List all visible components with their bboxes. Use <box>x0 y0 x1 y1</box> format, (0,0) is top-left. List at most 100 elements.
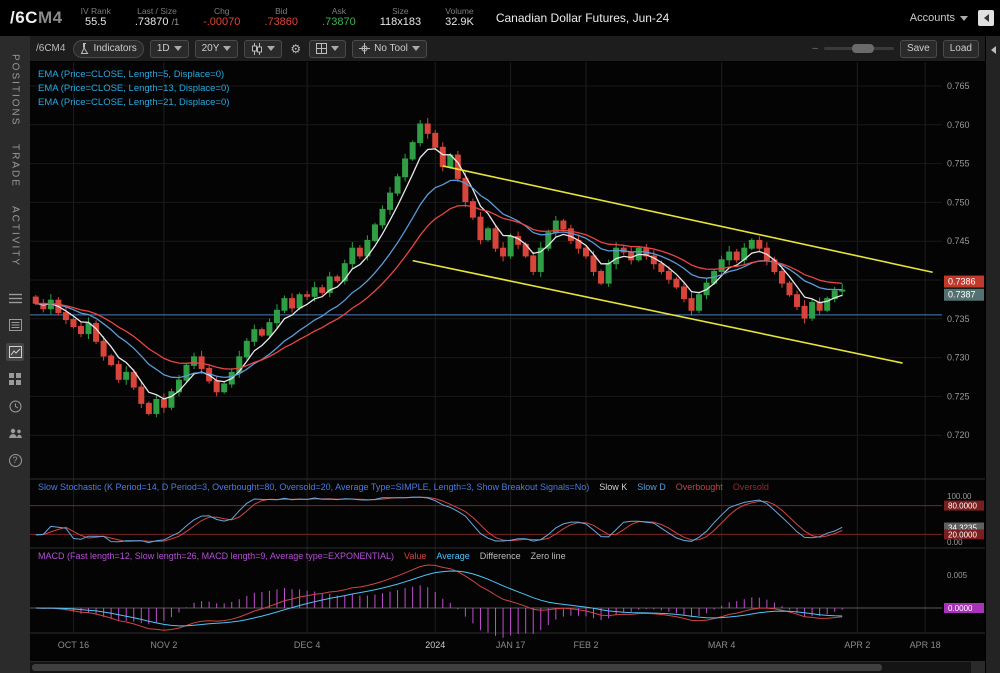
sidebar-tab-positions[interactable]: POSITIONS <box>10 54 21 126</box>
sidebar-icon-rail: ? <box>6 289 24 469</box>
load-label: Load <box>950 43 972 54</box>
stat-iv-rank: IV Rank 55.5 <box>81 6 111 30</box>
sidebar-tab-activity[interactable]: ACTIVITY <box>10 206 21 267</box>
contract-description: Canadian Dollar Futures, Jun-24 <box>496 11 669 25</box>
stat-label: Bid <box>275 6 287 17</box>
svg-text:APR 2: APR 2 <box>844 640 870 650</box>
svg-text:APR 18: APR 18 <box>910 640 941 650</box>
indicators-button[interactable]: Indicators <box>73 40 143 58</box>
toolbar-symbol: /6CM4 <box>36 43 65 54</box>
stat-label: IV Rank <box>81 6 111 17</box>
stat-value: 55.5 <box>85 16 106 30</box>
svg-text:NOV 2: NOV 2 <box>150 640 177 650</box>
indicators-label: Indicators <box>93 43 136 54</box>
svg-text:0.735: 0.735 <box>947 314 970 324</box>
sidebar-tab-trade[interactable]: TRADE <box>10 144 21 188</box>
zoom-slider-thumb[interactable] <box>852 44 874 53</box>
stat-value: .73870 /1 <box>135 16 179 30</box>
stat-bid: Bid .73860 <box>264 6 298 30</box>
accounts-dropdown[interactable]: Accounts <box>910 12 968 24</box>
stat-label: Last / Size <box>137 6 177 17</box>
svg-text:80.0000: 80.0000 <box>948 502 977 511</box>
drawing-tool-dropdown[interactable]: No Tool <box>352 40 427 58</box>
range-value: 20Y <box>202 43 220 54</box>
collapse-panel-button[interactable] <box>978 10 994 26</box>
timeframe-value: 1D <box>157 43 170 54</box>
trading-app: /6CM4 IV Rank 55.5 Last / Size .73870 /1… <box>0 0 1000 673</box>
stat-label: Ask <box>332 6 346 17</box>
apps-grid-icon[interactable] <box>6 370 24 388</box>
chart-settings-gear[interactable]: ⚙ <box>288 42 303 56</box>
svg-text:DEC 4: DEC 4 <box>294 640 321 650</box>
scrollbar-thumb[interactable] <box>32 664 882 671</box>
stat-size: Size 118x183 <box>380 6 421 30</box>
chart-type-dropdown[interactable] <box>244 40 282 58</box>
svg-text:0.765: 0.765 <box>947 81 970 91</box>
zoom-slider[interactable] <box>824 47 894 50</box>
community-icon[interactable] <box>6 424 24 442</box>
symbol-title: /6CM4 <box>10 8 63 28</box>
stat-last-size: Last / Size .73870 /1 <box>135 6 179 30</box>
chevron-down-icon <box>267 46 275 51</box>
chart-icon[interactable] <box>6 343 24 361</box>
chart-module: /6CM4 Indicators 1D 20Y ⚙ <box>30 36 985 673</box>
help-glyph: ? <box>12 455 17 465</box>
svg-text:20.0000: 20.0000 <box>948 530 977 539</box>
svg-text:0.755: 0.755 <box>947 159 970 169</box>
svg-text:0.7386: 0.7386 <box>948 277 976 287</box>
beaker-icon <box>80 43 89 54</box>
menu-icon[interactable] <box>6 289 24 307</box>
chart-toolbar: /6CM4 Indicators 1D 20Y ⚙ <box>30 36 985 62</box>
horizontal-scrollbar[interactable] <box>30 661 985 673</box>
svg-text:0.7387: 0.7387 <box>948 290 976 300</box>
chart-area[interactable]: OCT 16 NOV 2 DEC 4 2024 JAN 17 FEB 2 MAR 4 APR … <box>30 62 985 661</box>
price-chart-canvas[interactable]: OCT 16 NOV 2 DEC 4 2024 JAN 17 FEB 2 MAR 4 APR … <box>30 62 985 661</box>
svg-text:0.750: 0.750 <box>947 197 970 207</box>
zoom-out-dash[interactable]: – <box>812 43 818 54</box>
stat-label: Volume <box>445 6 473 17</box>
stat-label: Chg <box>214 6 230 17</box>
svg-text:0.760: 0.760 <box>947 120 970 130</box>
svg-text:0.0000: 0.0000 <box>948 604 973 613</box>
range-dropdown[interactable]: 20Y <box>195 40 239 58</box>
chevron-down-icon <box>960 16 968 21</box>
svg-text:0.005: 0.005 <box>947 571 968 580</box>
svg-text:0.745: 0.745 <box>947 236 970 246</box>
candlestick-icon <box>251 43 263 55</box>
svg-text:0.720: 0.720 <box>947 430 970 440</box>
svg-text:0.730: 0.730 <box>947 353 970 363</box>
left-sidebar: POSITIONS TRADE ACTIVITY <box>0 36 30 673</box>
svg-text:MAR 4: MAR 4 <box>708 640 736 650</box>
save-label: Save <box>907 43 930 54</box>
svg-text:FEB 2: FEB 2 <box>573 640 598 650</box>
stat-ask: Ask .73870 <box>322 6 356 30</box>
save-button[interactable]: Save <box>900 40 937 58</box>
quote-stats: IV Rank 55.5 Last / Size .73870 /1 Chg -… <box>81 6 474 30</box>
chevron-down-icon <box>331 46 339 51</box>
chevron-down-icon <box>174 46 182 51</box>
chevron-down-icon <box>412 46 420 51</box>
load-button[interactable]: Load <box>943 40 979 58</box>
help-icon[interactable]: ? <box>6 451 24 469</box>
svg-text:100.00: 100.00 <box>947 492 972 501</box>
stat-label: Size <box>392 6 409 17</box>
symbol-root: /6C <box>10 8 38 27</box>
stat-chg: Chg -.00070 <box>203 6 240 30</box>
symbol-month: M4 <box>38 8 63 27</box>
svg-text:0.725: 0.725 <box>947 391 970 401</box>
tool-value: No Tool <box>374 43 408 54</box>
svg-text:JAN 17: JAN 17 <box>496 640 526 650</box>
history-icon[interactable] <box>6 397 24 415</box>
scrollbar-corner[interactable] <box>971 662 985 673</box>
stat-value: -.00070 <box>203 16 240 30</box>
expand-right-panel-button[interactable] <box>991 46 996 54</box>
stat-volume: Volume 32.9K <box>445 6 474 30</box>
watchlist-icon[interactable] <box>6 316 24 334</box>
grid-layout-icon <box>316 43 327 54</box>
layout-grid-dropdown[interactable] <box>309 40 346 58</box>
timeframe-dropdown[interactable]: 1D <box>150 40 189 58</box>
stat-value: 118x183 <box>380 16 421 30</box>
svg-text:OCT 16: OCT 16 <box>58 640 89 650</box>
svg-text:2024: 2024 <box>425 640 445 650</box>
right-panel-strip <box>985 36 1000 673</box>
